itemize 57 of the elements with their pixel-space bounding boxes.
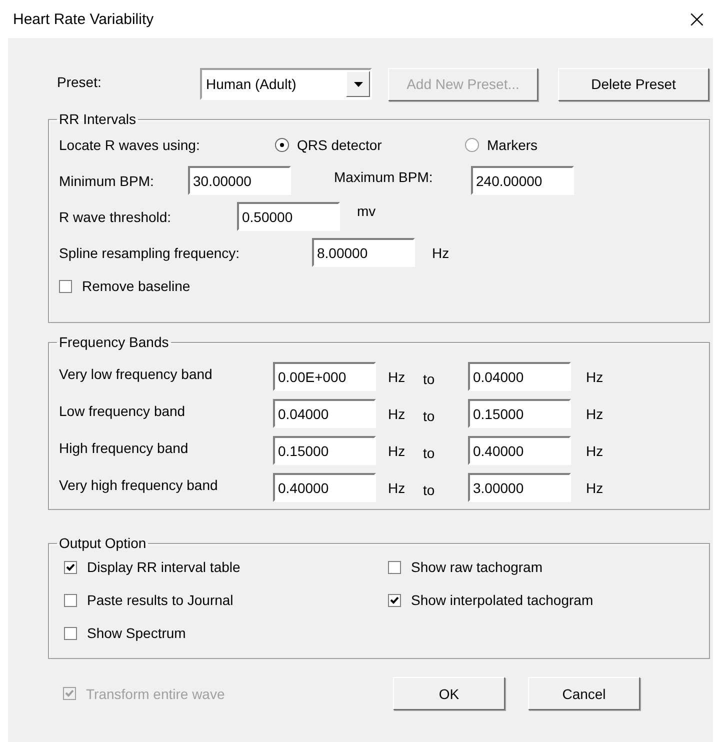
checkbox-option[interactable]: Show interpolated tachogram (388, 592, 709, 608)
unit-label: Hz (388, 442, 406, 458)
field-label: Maximum BPM: (334, 168, 434, 184)
radio-option[interactable]: Markers (465, 137, 538, 153)
check-icon (65, 689, 74, 698)
input-field[interactable]: 240.00000 (471, 166, 574, 195)
input-field[interactable]: 0.00E+000 (273, 362, 376, 391)
close-button[interactable]: × (682, 7, 711, 31)
group-title: Frequency Bands (58, 334, 170, 350)
to-label: to (423, 444, 436, 460)
field-label: R wave threshold: (59, 208, 172, 224)
group-title: Output Option (58, 535, 148, 551)
group-title: RR Intervals (58, 111, 138, 127)
input-field[interactable]: 0.40000 (273, 473, 376, 502)
preset-dropdown[interactable]: Human (Adult) (200, 68, 372, 100)
checkbox-option[interactable]: Show Spectrum (64, 625, 388, 641)
field-label: Very low frequency band (59, 366, 214, 382)
unit-label: Hz (388, 480, 406, 496)
unit-label: Hz (388, 368, 406, 384)
field-label: Low frequency band (59, 402, 186, 418)
preset-button[interactable]: Delete Preset (558, 68, 709, 100)
to-label: to (423, 408, 436, 424)
check-icon (390, 596, 399, 604)
checkbox-option[interactable]: Remove baseline (59, 278, 190, 294)
radio-option[interactable]: QRS detector (275, 137, 465, 153)
to-label: to (423, 370, 436, 386)
window-title: Heart Rate Variability (13, 10, 154, 28)
field-label: Minimum BPM: (59, 172, 155, 188)
unit-label: Hz (432, 244, 450, 260)
checkbox-option[interactable]: Paste results to Journal (64, 592, 388, 608)
input-field[interactable]: 0.04000 (273, 399, 376, 428)
input-field[interactable]: 3.00000 (468, 473, 571, 502)
unit-label: Hz (586, 368, 604, 384)
field-label: High frequency band (59, 440, 190, 456)
ok-button[interactable]: OK (393, 677, 505, 710)
field-label: Locate R waves using: (59, 137, 201, 153)
unit-label: Hz (586, 480, 604, 496)
input-field[interactable]: 30.00000 (188, 166, 291, 195)
input-field[interactable]: 0.40000 (468, 436, 571, 465)
unit-label: Hz (586, 442, 604, 458)
cancel-button[interactable]: Cancel (528, 677, 640, 710)
dropdown-arrow-icon (354, 82, 362, 86)
input-field[interactable]: 0.15000 (468, 399, 571, 428)
unit-label: mv (357, 202, 376, 218)
checkbox-option[interactable]: Show raw tachogram (388, 559, 709, 575)
check-icon (66, 562, 75, 572)
to-label: to (423, 482, 436, 498)
unit-label: Hz (388, 406, 406, 422)
input-field[interactable]: 0.15000 (273, 436, 376, 465)
field-label: Very high frequency band (59, 476, 219, 492)
input-field[interactable]: 0.04000 (468, 362, 571, 391)
unit-label: Hz (586, 406, 604, 422)
preset-label: Preset: (56, 74, 102, 90)
field-label: Spline resampling frequency: (59, 244, 241, 260)
checkbox-option[interactable]: Display RR interval table (64, 559, 388, 575)
input-field[interactable]: 8.00000 (312, 238, 415, 267)
input-field[interactable]: 0.50000 (237, 202, 340, 231)
